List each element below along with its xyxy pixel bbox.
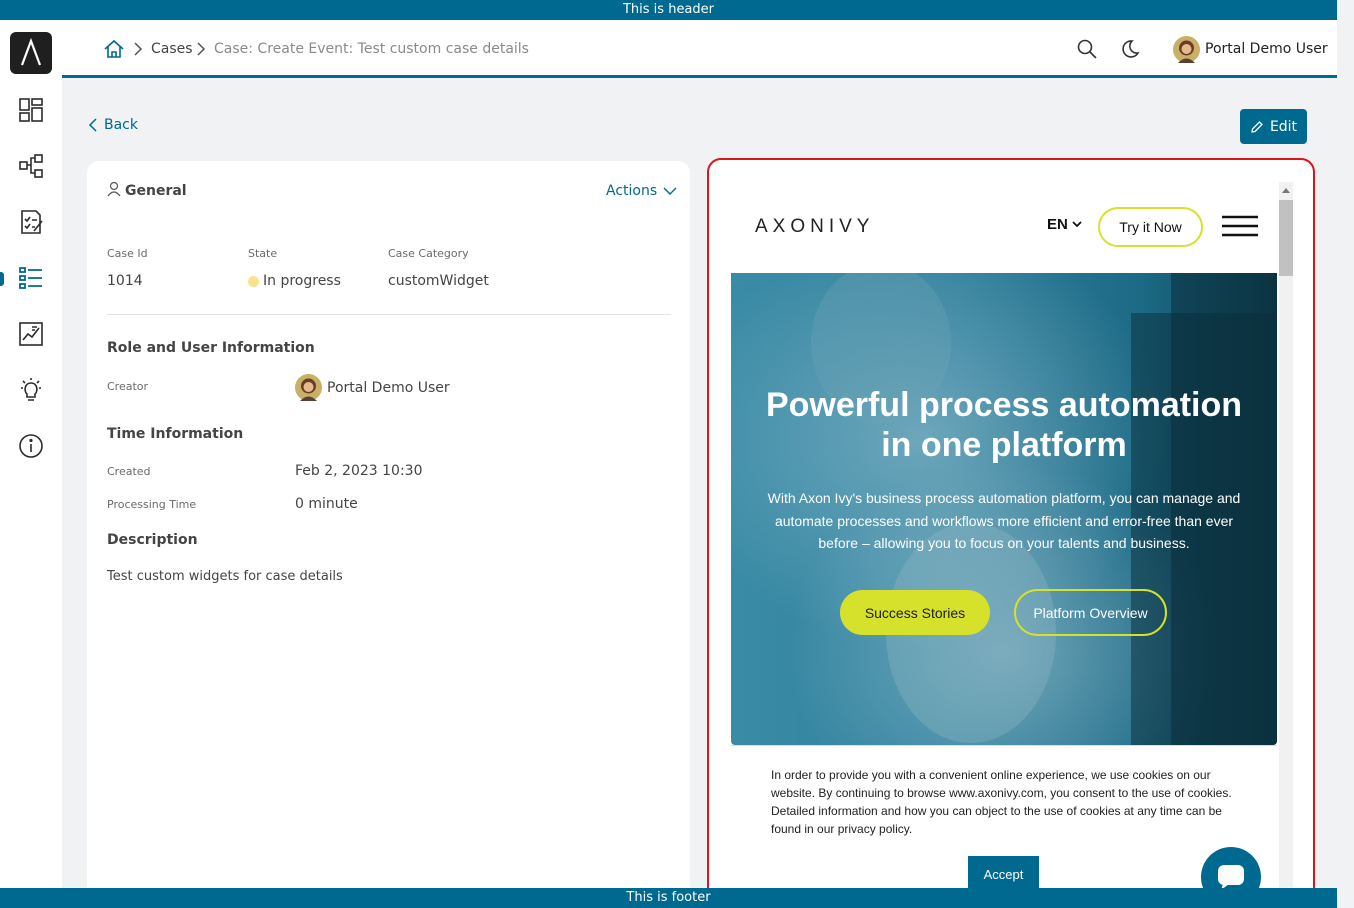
actions-dropdown[interactable]: Actions [606,183,677,199]
category-value: customWidget [388,273,489,289]
state-text: In progress [263,273,341,289]
language-label: EN [1047,216,1068,233]
footer-banner: This is footer [0,888,1337,908]
time-section-title: Time Information [107,426,244,442]
chevron-right-icon [196,20,206,78]
header-banner: This is header [0,0,1337,20]
case-id-value: 1014 [107,273,143,289]
case-details-card: General Actions Case Id 1014 State In pr… [87,161,690,901]
dashboard-icon[interactable] [16,95,46,125]
sidebar [0,20,62,888]
chevron-down-icon [1072,221,1082,228]
custom-website-widget: AXONIVY EN Try it Now Powerful process a… [707,158,1315,903]
case-id-label: Case Id [107,247,148,260]
category-label: Case Category [388,247,469,260]
info-icon[interactable] [16,431,46,461]
task-list-icon[interactable] [16,207,46,237]
general-title: General [125,183,187,199]
description-title: Description [107,532,198,548]
hero-text-line1: With Axon Ivy's business process automat… [767,490,1241,506]
embedded-website[interactable]: AXONIVY EN Try it Now Powerful process a… [731,182,1293,901]
hero-text-line3: before – allowing you to focus on your t… [818,535,1190,551]
pencil-icon [1251,120,1263,133]
active-nav-marker [0,272,4,286]
created-value: Feb 2, 2023 10:30 [295,463,423,479]
user-name[interactable]: Portal Demo User [1205,20,1328,78]
try-it-now-button[interactable]: Try it Now [1098,207,1203,247]
processing-label: Processing Time [107,498,197,511]
chevron-down-icon [663,187,677,195]
scroll-up-icon[interactable] [1279,182,1293,198]
description-value: Test custom widgets for case details [107,569,343,584]
case-list-icon[interactable] [16,263,46,293]
creator-value[interactable]: Portal Demo User [295,374,450,401]
platform-overview-button[interactable]: Platform Overview [1014,589,1167,636]
axon-ivy-logo[interactable] [10,32,52,74]
created-label: Created [107,465,151,478]
back-link[interactable]: Back [88,117,138,133]
moon-icon[interactable] [1120,20,1140,78]
top-bar: Cases Case: Create Event: Test custom ca… [62,20,1337,78]
chevron-right-icon [133,20,143,78]
home-icon[interactable] [103,20,125,78]
success-stories-button[interactable]: Success Stories [840,590,990,635]
cookie-banner: In order to provide you with a convenien… [731,745,1277,901]
statistics-icon[interactable] [16,319,46,349]
scrollbar-thumb[interactable] [1279,200,1293,276]
lightbulb-icon[interactable] [16,375,46,405]
creator-label: Creator [107,380,149,393]
axonivy-logo-text[interactable]: AXONIVY [755,216,874,238]
state-indicator [248,275,259,287]
hero-title-line1: Powerful process automation [765,386,1243,424]
state-value: In progress [248,273,341,289]
divider [107,314,671,315]
actions-label: Actions [606,183,658,199]
search-icon[interactable] [1077,20,1097,78]
processing-value: 0 minute [295,496,358,512]
accept-cookies-button[interactable]: Accept [968,856,1039,892]
edit-button[interactable]: Edit [1240,109,1307,144]
process-tree-icon[interactable] [16,151,46,181]
creator-name: Portal Demo User [327,379,450,396]
chevron-left-icon [88,118,97,132]
back-label: Back [104,117,138,133]
user-icon [107,181,121,197]
breadcrumb-current: Case: Create Event: Test custom case det… [214,41,529,57]
edit-label: Edit [1269,118,1298,135]
breadcrumb-cases[interactable]: Cases [151,20,193,78]
hero-title-line2: in one platform [881,426,1127,464]
role-section-title: Role and User Information [107,340,315,356]
cookie-text: In order to provide you with a convenien… [771,768,1232,836]
hamburger-menu-icon[interactable] [1221,214,1259,242]
scrollbar[interactable] [1279,182,1293,901]
state-label: State [248,247,278,260]
avatar [295,374,322,401]
avatar[interactable] [1173,20,1200,78]
language-selector[interactable]: EN [1047,216,1082,233]
hero-text-line2: automate processes and workflows more ef… [774,513,1234,529]
hero-banner: Powerful process automation in one platf… [731,273,1277,745]
